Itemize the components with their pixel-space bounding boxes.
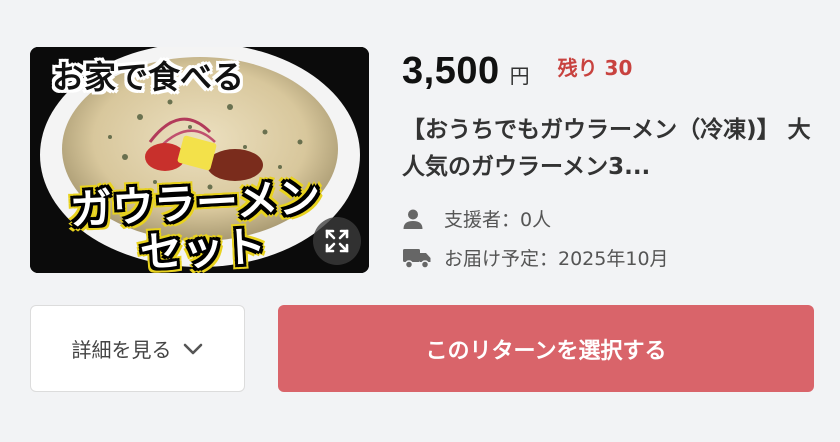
remaining-badge: 残り 30 — [557, 56, 633, 80]
expand-arrows-icon — [325, 229, 349, 253]
delivery-row: お届け予定：2025年10月 — [402, 244, 669, 271]
chevron-down-icon — [183, 343, 202, 354]
select-return-button[interactable]: このリターンを選択する — [278, 305, 814, 392]
price-currency: 円 — [509, 64, 530, 88]
thumbnail-caption-top: お家で食べる — [52, 58, 245, 96]
delivery-text: お届け予定：2025年10月 — [444, 248, 669, 270]
supporters-text: 支援者：0人 — [444, 209, 552, 231]
return-title: 【おうちでもガウラーメン（冷凍)】 大人気のガウラーメン3... — [402, 117, 811, 180]
view-details-button[interactable]: 詳細を見る — [30, 305, 245, 392]
person-icon — [402, 207, 432, 231]
truck-icon — [402, 246, 432, 270]
return-thumbnail[interactable]: お家で食べる ガウラーメン セット — [30, 47, 369, 273]
price-row: 3,500 円 残り 30 — [402, 50, 632, 93]
supporters-row: 支援者：0人 — [402, 205, 551, 232]
expand-image-button[interactable] — [313, 217, 361, 265]
thumbnail-caption-main: ガウラーメン — [68, 172, 322, 235]
price-amount: 3,500 — [402, 50, 500, 92]
thumbnail-caption-sub: セット — [138, 221, 268, 273]
select-return-label: このリターンを選択する — [425, 338, 667, 364]
view-details-label: 詳細を見る — [71, 338, 172, 362]
